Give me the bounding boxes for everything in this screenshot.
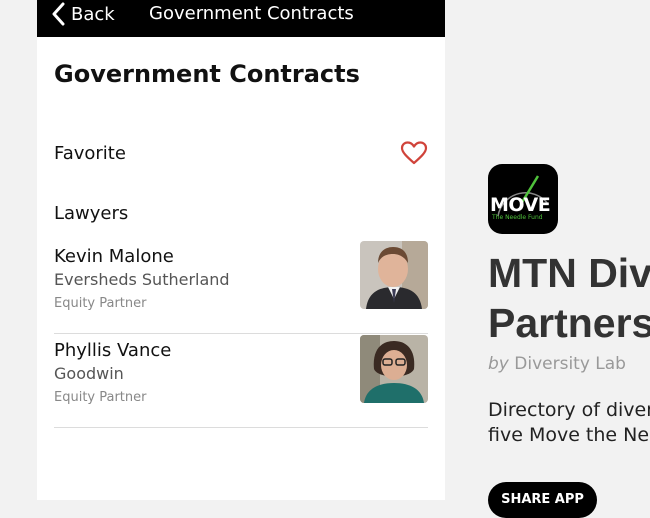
developer-name: Diversity Lab [514,354,626,374]
app-title-line: MTN Div [488,250,650,296]
chevron-left-icon [52,2,65,26]
favorite-row: Favorite [54,140,428,166]
lawyer-list-item[interactable]: Phyllis Vance Goodwin Equity Partner [54,334,428,428]
app-title: MTN Div Partners [488,248,650,348]
back-label: Back [71,3,115,25]
lawyer-name: Kevin Malone [54,246,174,267]
navigation-bar: Back Government Contracts [37,0,445,37]
developer-byline: by Diversity Lab [488,354,626,374]
favorite-label: Favorite [54,142,126,164]
description-line: five Move the Ne [488,424,650,446]
app-title-line: Partners [488,300,650,346]
lawyer-role: Equity Partner [54,390,147,405]
heart-outline-icon[interactable] [400,141,428,165]
description-line: Directory of diver [488,399,650,421]
back-button[interactable]: Back [51,0,115,28]
by-prefix: by [488,354,509,374]
app-icon-subtext: The Needle Fund [492,214,543,221]
phone-screen: Back Government Contracts Government Con… [37,0,445,500]
lawyer-photo [360,241,428,309]
section-label-lawyers: Lawyers [54,203,129,224]
app-icon: MOVE The Needle Fund [488,164,558,234]
lawyer-name: Phyllis Vance [54,340,172,361]
share-app-button[interactable]: SHARE APP [488,482,597,518]
lawyer-firm: Eversheds Sutherland [54,270,230,289]
page-title: Government Contracts [54,60,360,88]
lawyer-role: Equity Partner [54,296,147,311]
app-description: Directory of diver five Move the Ne [488,398,650,448]
lawyer-list-item[interactable]: Kevin Malone Eversheds Sutherland Equity… [54,240,428,334]
lawyer-photo [360,335,428,403]
lawyer-firm: Goodwin [54,364,124,383]
app-icon-text: MOVE [490,194,551,216]
nav-title: Government Contracts [149,3,354,24]
